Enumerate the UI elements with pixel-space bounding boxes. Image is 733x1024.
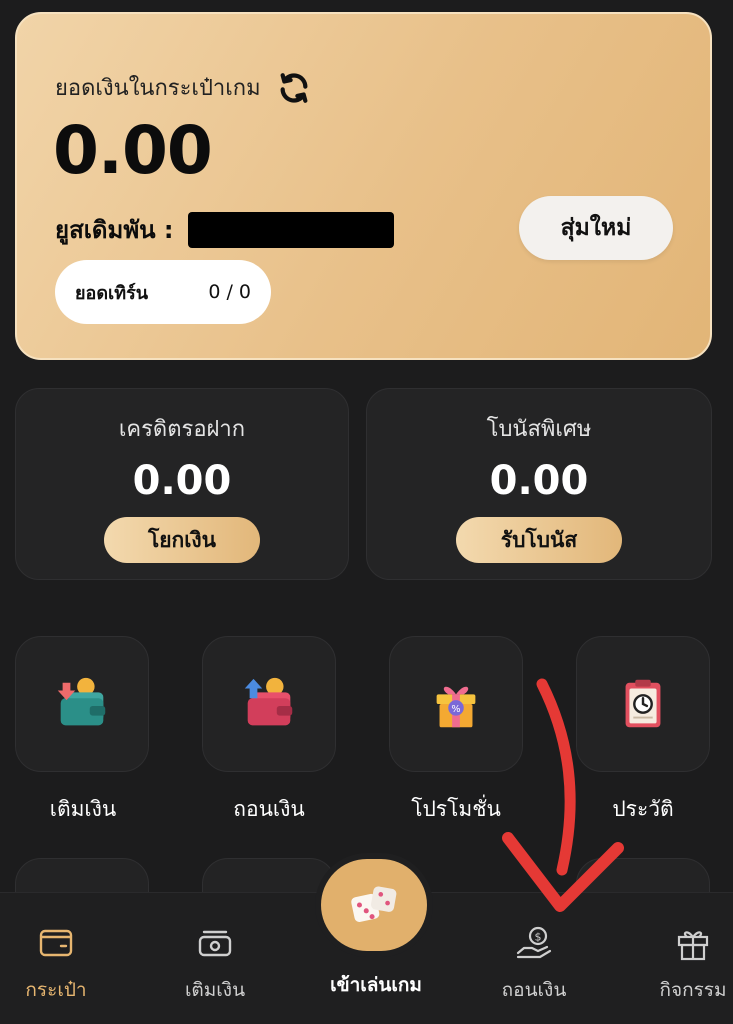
special-bonus-amount: 0.00 [489, 458, 589, 504]
username-row: ยูสเดิมพัน : [55, 210, 394, 249]
svg-text:$: $ [535, 931, 542, 944]
turnover-pill: ยอดเทิร์น 0 / 0 [55, 260, 271, 324]
pending-credit-card: เครดิตรอฝาก 0.00 โยกเงิน [15, 388, 349, 580]
nav-wallet[interactable]: กระเป๋า [0, 923, 116, 1005]
svg-text:%: % [451, 704, 460, 715]
wallet-withdraw-icon [244, 677, 293, 726]
random-username-button[interactable]: สุ่มใหม่ [519, 196, 673, 260]
nav-deposit[interactable]: เติมเงิน [155, 923, 275, 1005]
menu-history-label: ประวัติ [612, 797, 674, 821]
menu-history-tile[interactable] [576, 636, 710, 772]
wallet-deposit-icon [57, 677, 106, 726]
nav-activity-label: กิจกรรม [659, 979, 727, 1001]
wallet-title-row: ยอดเงินในกระเป๋าเกม [55, 70, 311, 105]
nav-play-label: เข้าเล่นเกม [330, 974, 422, 996]
wallet-card: ยอดเงินในกระเป๋าเกม 0.00 ยูสเดิมพัน : สุ… [15, 12, 712, 360]
wallet-icon [39, 929, 73, 957]
hand-coin-icon: $ [516, 926, 552, 959]
wallet-title: ยอดเงินในกระเป๋าเกม [55, 76, 261, 101]
username-redacted [187, 211, 394, 248]
pending-credit-label: เครดิตรอฝาก [118, 417, 246, 442]
username-label: ยูสเดิมพัน : [55, 216, 174, 244]
transfer-money-button[interactable]: โยกเงิน [104, 517, 260, 563]
nav-withdraw[interactable]: $ ถอนเงิน [474, 923, 594, 1005]
menu-withdraw-label: ถอนเงิน [233, 797, 305, 821]
menu-withdraw-tile[interactable] [202, 636, 336, 772]
menu-promotion-label: โปรโมชั่น [411, 797, 501, 821]
wallet-page: ยอดเงินในกระเป๋าเกม 0.00 ยูสเดิมพัน : สุ… [0, 0, 733, 1024]
refresh-icon[interactable] [277, 71, 311, 105]
special-bonus-card: โบนัสพิเศษ 0.00 รับโบนัส [366, 388, 712, 580]
turnover-value: 0 / 0 [208, 281, 251, 303]
gift-promo-icon: % [436, 686, 476, 728]
play-game-button[interactable] [321, 859, 427, 951]
nav-deposit-label: เติมเงิน [184, 979, 246, 1001]
menu-deposit-label: เติมเงิน [49, 797, 117, 821]
clipboard-clock-icon [625, 679, 661, 728]
wallet-balance: 0.00 [53, 112, 213, 189]
special-bonus-label: โบนัสพิเศษ [486, 417, 592, 442]
menu-promotion-tile[interactable]: % [389, 636, 523, 772]
gift-icon [677, 931, 709, 961]
menu-deposit-tile[interactable] [15, 636, 149, 772]
turnover-label: ยอดเทิร์น [75, 282, 149, 304]
nav-wallet-label: กระเป๋า [25, 979, 87, 1001]
nav-activity[interactable]: กิจกรรม [633, 923, 733, 1005]
pending-credit-amount: 0.00 [132, 458, 232, 504]
nav-withdraw-label: ถอนเงิน [501, 979, 567, 1001]
cash-icon [198, 930, 232, 957]
dice-icon [351, 886, 397, 922]
claim-bonus-button[interactable]: รับโบนัส [456, 517, 622, 563]
